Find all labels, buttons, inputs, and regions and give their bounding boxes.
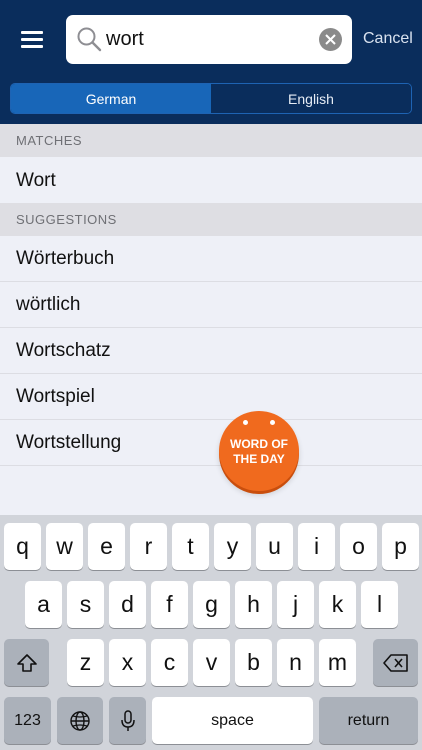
return-key[interactable]: return [319, 697, 418, 744]
key-t[interactable]: t [172, 523, 209, 570]
list-item[interactable]: Wortschatz [0, 328, 422, 374]
list-item[interactable]: wörtlich [0, 282, 422, 328]
key-g[interactable]: g [193, 581, 230, 628]
list-item[interactable]: Wort [0, 158, 422, 204]
search-input[interactable] [106, 23, 311, 56]
calendar-ring-icon [243, 420, 248, 425]
key-s[interactable]: s [67, 581, 104, 628]
shift-icon [16, 653, 37, 672]
matches-header: MATCHES [0, 124, 422, 157]
key-w[interactable]: w [46, 523, 83, 570]
key-f[interactable]: f [151, 581, 188, 628]
microphone-icon [120, 709, 135, 731]
backspace-icon [382, 653, 408, 672]
key-v[interactable]: v [193, 639, 230, 686]
key-r[interactable]: r [130, 523, 167, 570]
key-a[interactable]: a [25, 581, 62, 628]
key-m[interactable]: m [319, 639, 356, 686]
key-z[interactable]: z [67, 639, 104, 686]
keyboard: q w e r t y u i o p a s d f g h j k l z … [0, 515, 422, 750]
calendar-ring-icon [270, 420, 275, 425]
list-item[interactable]: Wörterbuch [0, 236, 422, 282]
key-l[interactable]: l [361, 581, 398, 628]
dictation-key[interactable] [109, 697, 146, 744]
key-n[interactable]: n [277, 639, 314, 686]
key-d[interactable]: d [109, 581, 146, 628]
key-c[interactable]: c [151, 639, 188, 686]
key-q[interactable]: q [4, 523, 41, 570]
clear-search-icon[interactable] [319, 28, 342, 51]
key-b[interactable]: b [235, 639, 272, 686]
search-box[interactable] [66, 15, 352, 64]
key-e[interactable]: e [88, 523, 125, 570]
list-item[interactable]: Wortstellung [0, 420, 422, 466]
key-y[interactable]: y [214, 523, 251, 570]
suggestions-header: SUGGESTIONS [0, 203, 422, 236]
key-o[interactable]: o [340, 523, 377, 570]
word-of-the-day-label: WORD OF THE DAY [230, 437, 288, 466]
menu-icon[interactable] [18, 27, 48, 53]
language-selector: German English [10, 83, 412, 114]
globe-icon [70, 710, 90, 731]
key-k[interactable]: k [319, 581, 356, 628]
key-i[interactable]: i [298, 523, 335, 570]
key-x[interactable]: x [109, 639, 146, 686]
top-bar: Cancel German English [0, 0, 422, 124]
cancel-button[interactable]: Cancel [363, 30, 413, 48]
word-of-the-day-button[interactable]: WORD OF THE DAY [219, 411, 299, 491]
tab-english[interactable]: English [211, 84, 411, 113]
globe-key[interactable] [57, 697, 103, 744]
tab-german[interactable]: German [11, 84, 211, 113]
shift-key[interactable] [4, 639, 49, 686]
list-item[interactable]: Wortspiel [0, 374, 422, 420]
key-j[interactable]: j [277, 581, 314, 628]
key-u[interactable]: u [256, 523, 293, 570]
key-h[interactable]: h [235, 581, 272, 628]
space-key[interactable]: space [152, 697, 313, 744]
delete-key[interactable] [373, 639, 418, 686]
key-p[interactable]: p [382, 523, 419, 570]
search-icon [77, 27, 102, 52]
numbers-key[interactable]: 123 [4, 697, 51, 744]
